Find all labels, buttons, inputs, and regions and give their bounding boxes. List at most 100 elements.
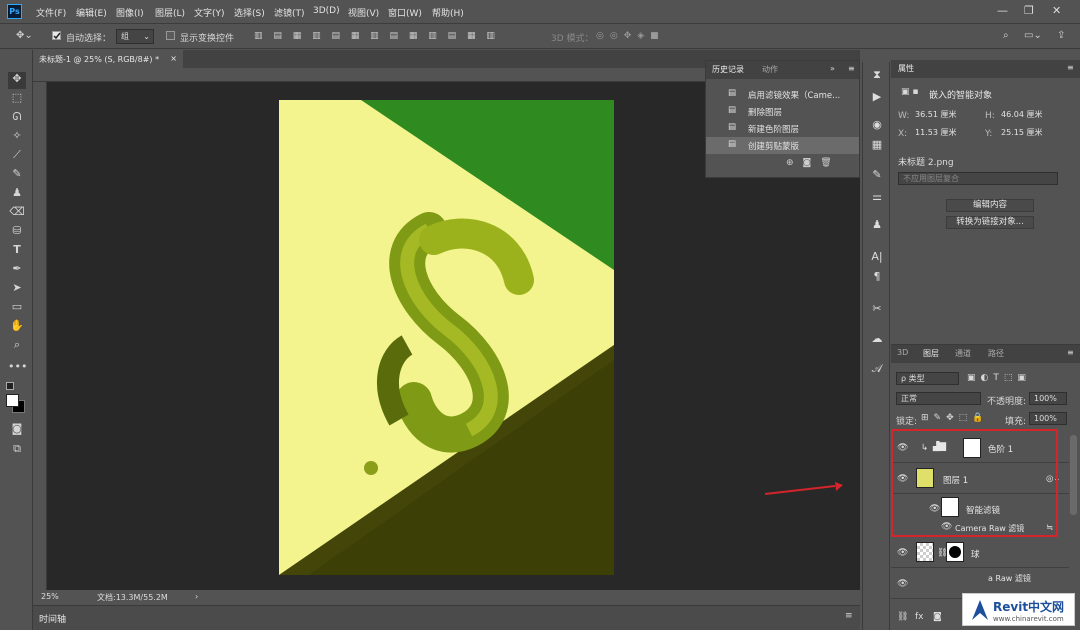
brush-tool-icon[interactable]: ✎ <box>8 167 26 184</box>
maximize-button[interactable]: ❐ <box>1024 4 1034 17</box>
auto-select-label: 自动选择： <box>66 34 112 44</box>
menu-file[interactable]: 文件(F) <box>36 6 66 19</box>
menu-select[interactable]: 选择(S) <box>234 6 265 19</box>
lock-icons[interactable]: ⊞✎✥⬚🔒 <box>921 413 988 423</box>
edit-contents-button[interactable]: 编辑内容 <box>946 199 1034 212</box>
actions-panel-icon[interactable]: ▶ <box>868 90 886 108</box>
menu-image[interactable]: 图像(I) <box>116 6 144 19</box>
hand-tool-icon[interactable]: ✋ <box>8 319 26 336</box>
auto-select-dropdown[interactable]: 组 ⌄ <box>116 29 154 44</box>
auto-select-checkbox[interactable] <box>52 31 61 40</box>
tab-paths[interactable]: 路径 <box>988 348 1004 359</box>
layers-menu-icon[interactable]: ≡ <box>1067 348 1074 357</box>
layers-scrollbar[interactable] <box>1070 435 1077 515</box>
adjust-panel-icon[interactable]: ⚌ <box>868 190 886 208</box>
zoom-level[interactable]: 25% <box>41 592 59 601</box>
y-label: Y: <box>985 129 993 139</box>
layer-row-ball[interactable]: 👁 ⛓ 球 <box>891 538 1069 568</box>
more-tools-icon[interactable]: ••• <box>8 360 27 377</box>
layer-thumbnail[interactable] <box>916 542 934 562</box>
history-item-selected[interactable]: ▤ 创建剪贴蒙版 <box>706 137 859 154</box>
3d-mode-icons[interactable]: ◎◎✥◈■ <box>596 31 665 41</box>
tab-actions[interactable]: 动作 <box>762 64 778 75</box>
menu-edit[interactable]: 编辑(E) <box>76 6 107 19</box>
pen-tool-icon[interactable]: ✒ <box>8 262 26 279</box>
eraser-tool-icon[interactable]: ⌫ <box>8 205 26 222</box>
align-icons[interactable]: ▥ ▤ ▦ ▥ ▤ ▦ ▥ ▤ ▦ ▥ ▤ ▦ ▥ <box>254 31 534 43</box>
quick-mask-icon[interactable]: ◙ <box>8 422 26 439</box>
layer-comp-dropdown[interactable]: 不应用图层复合 <box>898 172 1058 185</box>
tab-3d[interactable]: 3D <box>897 348 908 357</box>
type-tool-icon[interactable]: T <box>8 243 26 260</box>
layer-name[interactable]: 球 <box>971 548 980 560</box>
character-panel-icon[interactable]: A| <box>868 250 886 268</box>
rectangle-tool-icon[interactable]: ▭ <box>8 300 26 317</box>
menu-filter[interactable]: 滤镜(T) <box>274 6 305 19</box>
search-icon[interactable]: ⌕ <box>1003 30 1009 41</box>
brush-panel-icon[interactable]: ✎ <box>868 168 886 186</box>
menu-type[interactable]: 文字(Y) <box>194 6 225 19</box>
timeline-tab[interactable]: 时间轴 <box>39 612 66 625</box>
layer-mask-thumbnail[interactable] <box>946 542 964 562</box>
lasso-tool-icon[interactable]: ᘏ <box>8 110 26 127</box>
minimize-button[interactable]: — <box>997 4 1008 17</box>
y-field[interactable]: 25.15 厘米 <box>997 127 1063 140</box>
stamp-tool-icon[interactable]: ♟ <box>8 186 26 203</box>
convert-to-linked-button[interactable]: 转换为链接对象... <box>946 216 1034 229</box>
menu-layer[interactable]: 图层(L) <box>155 6 185 19</box>
eyedropper-icon[interactable]: ⟋ <box>8 148 26 165</box>
screen-mode-icon[interactable]: ⧉ <box>8 442 26 459</box>
timeline-menu-icon[interactable]: ≡ <box>845 611 853 621</box>
blend-mode-dropdown[interactable]: 正常 <box>896 392 981 405</box>
visibility-eye-icon[interactable]: 👁 <box>897 579 908 589</box>
magic-wand-icon[interactable]: ✧ <box>8 129 26 146</box>
paint-bucket-icon[interactable]: ⛁ <box>8 224 26 241</box>
menu-3d[interactable]: 3D(D) <box>313 6 340 16</box>
layer-filter-dropdown[interactable]: ρ 类型 <box>896 372 959 385</box>
foreground-color-swatch[interactable] <box>6 394 19 407</box>
close-tab-icon[interactable]: × <box>170 54 177 63</box>
menu-help[interactable]: 帮助(H) <box>432 6 464 19</box>
history-footer-icons[interactable]: ⊕◙🗑 <box>786 158 856 168</box>
tab-layers[interactable]: 图层 <box>923 348 939 359</box>
paragraph-panel-icon[interactable]: ¶ <box>868 270 886 288</box>
history-menu-icon[interactable]: ≡ <box>848 64 855 73</box>
move-tool-icon[interactable]: ✥ <box>8 72 26 89</box>
color-panel-icon[interactable]: ◉ <box>868 118 886 136</box>
libraries-icon[interactable]: ☁ <box>868 332 886 350</box>
x-field[interactable]: 11.53 厘米 <box>911 127 977 140</box>
marquee-tool-icon[interactable]: ⬚ <box>8 91 26 108</box>
zoom-tool-icon[interactable]: ⌕ <box>8 338 26 355</box>
collapse-icon[interactable]: » <box>830 64 835 73</box>
share-icon[interactable]: ⇪ <box>1057 30 1065 41</box>
history-item[interactable]: ▤ 删除图层 <box>706 103 859 120</box>
history-panel-icon[interactable]: ⧗ <box>868 68 886 86</box>
fill-field[interactable]: 100% <box>1029 412 1067 425</box>
width-field[interactable]: 36.51 厘米 <box>911 109 977 122</box>
visibility-eye-icon[interactable]: 👁 <box>897 548 908 558</box>
menu-window[interactable]: 窗口(W) <box>388 6 422 19</box>
glyphs-icon[interactable]: 𝒜 <box>868 362 886 380</box>
close-button[interactable]: ✕ <box>1052 4 1061 17</box>
opacity-field[interactable]: 100% <box>1029 392 1067 405</box>
tab-history[interactable]: 历史记录 <box>712 64 744 75</box>
menu-view[interactable]: 视图(V) <box>348 6 379 19</box>
filter-icons[interactable]: ▣◐T⬚▣ <box>967 373 1031 383</box>
artwork-canvas[interactable] <box>279 100 614 575</box>
height-field[interactable]: 46.04 厘米 <box>997 109 1063 122</box>
history-item[interactable]: ▤ 新建色阶图层 <box>706 120 859 137</box>
layers-footer-icons[interactable]: ⛓ fx ◙ <box>891 610 951 628</box>
move-tool-icon[interactable]: ✥⌄ <box>16 30 33 41</box>
history-item[interactable]: ▤ 启用滤镜效果（Came... <box>706 86 859 103</box>
status-menu-icon[interactable]: › <box>195 592 198 601</box>
path-select-icon[interactable]: ➤ <box>8 281 26 298</box>
tools-preset-icon[interactable]: ✂ <box>868 302 886 320</box>
workspace-icon[interactable]: ▭⌄ <box>1024 30 1042 41</box>
swatches-panel-icon[interactable]: ▦ <box>868 138 886 156</box>
show-transform-checkbox[interactable] <box>166 31 175 40</box>
properties-menu-icon[interactable]: ≡ <box>1067 63 1074 72</box>
default-colors-icon[interactable] <box>6 382 14 390</box>
tab-channels[interactable]: 通道 <box>955 348 971 359</box>
document-tab[interactable]: 未标题-1 @ 25% (S, RGB/8#) * × <box>33 50 183 68</box>
clone-source-icon[interactable]: ♟ <box>868 218 886 236</box>
